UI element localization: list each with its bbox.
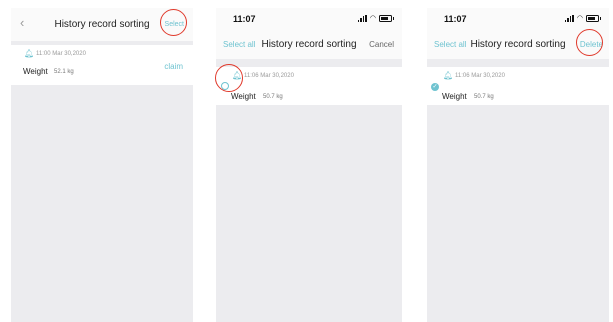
- status-icons: ◠: [357, 15, 394, 22]
- screen-select-mode: 11:07 ◠ Select all History record sortin…: [216, 8, 402, 322]
- nav-bar: Select all History record sorting Delete: [427, 30, 609, 59]
- record-timestamp: 11:06 Mar 30,2020: [455, 73, 505, 79]
- nav-bar: Select all History record sorting Cancel: [216, 30, 402, 59]
- status-time: 11:07: [444, 14, 467, 24]
- battery-icon: [586, 15, 601, 22]
- status-time: 11:07: [233, 14, 256, 24]
- status-icons: ◠: [564, 15, 601, 22]
- nav-bar: ‹ History record sorting Select: [11, 8, 193, 41]
- select-all-button[interactable]: Select all: [223, 40, 255, 49]
- bell-icon: 🔔︎: [24, 49, 35, 58]
- claim-button[interactable]: claim: [164, 62, 183, 71]
- cancel-button[interactable]: Cancel: [369, 40, 394, 49]
- record-timestamp: 11:00 Mar 30,2020: [36, 51, 86, 57]
- weight-label: Weight: [23, 67, 48, 76]
- wifi-icon: ◠: [369, 15, 376, 22]
- select-all-button[interactable]: Select all: [434, 40, 466, 49]
- weight-label: Weight: [231, 92, 256, 101]
- weight-value: 50.7 kg: [474, 94, 494, 100]
- record-list-item[interactable]: 🔔︎ 11:06 Mar 30,2020 Weight 50.7 kg: [216, 67, 402, 105]
- record-timestamp: 11:06 Mar 30,2020: [244, 73, 294, 79]
- wifi-icon: ◠: [576, 15, 583, 22]
- delete-button[interactable]: Delete: [580, 40, 603, 49]
- select-button[interactable]: Select: [165, 21, 184, 28]
- signal-icon: [564, 15, 574, 22]
- record-list-item[interactable]: ✓ 🔔︎ 11:06 Mar 30,2020 Weight 50.7 kg: [427, 67, 609, 105]
- weight-value: 52.1 kg: [54, 69, 74, 75]
- weight-label: Weight: [442, 92, 467, 101]
- screen-item-selected: 11:07 ◠ Select all History record sortin…: [427, 8, 609, 322]
- chevron-left-icon[interactable]: ‹: [20, 16, 24, 29]
- record-list-item[interactable]: 🔔︎ 11:00 Mar 30,2020 Weight 52.1 kg clai…: [11, 45, 193, 85]
- battery-icon: [379, 15, 394, 22]
- weight-value: 50.7 kg: [263, 94, 283, 100]
- bell-icon: 🔔︎: [443, 71, 454, 80]
- status-bar: 11:07 ◠: [427, 8, 609, 30]
- screen-history-list: ‹ History record sorting Select 🔔︎ 11:00…: [11, 8, 193, 322]
- signal-icon: [357, 15, 367, 22]
- select-checkbox[interactable]: [221, 82, 229, 90]
- check-icon[interactable]: ✓: [431, 83, 439, 91]
- bell-icon: 🔔︎: [232, 71, 243, 80]
- status-bar: 11:07 ◠: [216, 8, 402, 30]
